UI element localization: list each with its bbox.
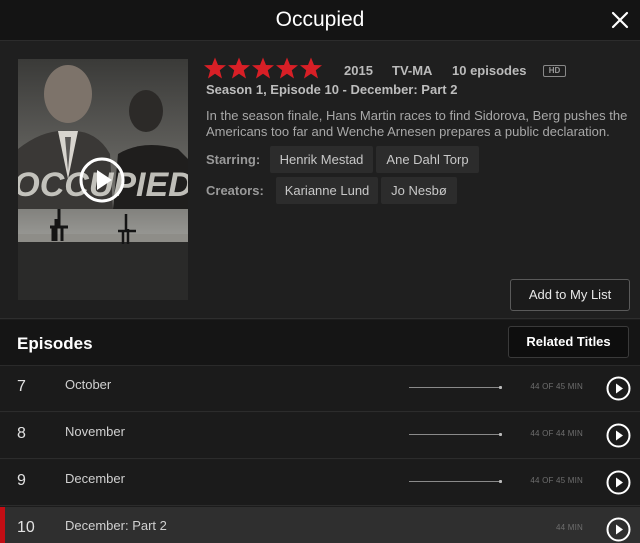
- star-icon: [252, 57, 274, 79]
- episode-name: October: [65, 377, 112, 392]
- episode-count: 10 episodes: [452, 63, 527, 78]
- cast-chip[interactable]: Henrik Mestad: [270, 146, 373, 173]
- hd-badge: HD: [543, 65, 566, 77]
- related-titles-button[interactable]: Related Titles: [508, 326, 629, 358]
- starring-label: Starring:: [206, 152, 261, 167]
- play-icon[interactable]: [606, 470, 631, 495]
- episode-name: November: [65, 424, 125, 439]
- progress-bar: [409, 480, 502, 483]
- star-icon: [300, 57, 322, 79]
- active-indicator: [0, 507, 5, 543]
- play-icon[interactable]: [606, 423, 631, 448]
- episodes-heading: Episodes: [17, 334, 93, 353]
- creators-label: Creators:: [206, 183, 264, 198]
- episode-duration: 44 MIN: [556, 523, 583, 532]
- episode-row[interactable]: 9 December 44 OF 45 MIN: [0, 460, 640, 506]
- title-details: OCCUPIED 2015 TV-MA 10 episodes HD Seaso…: [0, 41, 640, 319]
- star-icon: [276, 57, 298, 79]
- page-title: Occupied: [275, 8, 365, 31]
- creator-chip[interactable]: Karianne Lund: [276, 177, 378, 204]
- maturity-rating: TV-MA: [392, 63, 433, 78]
- episode-name: December: Part 2: [65, 518, 167, 533]
- progress-bar: [409, 386, 502, 389]
- episode-title: Season 1, Episode 10 - December: Part 2: [206, 82, 458, 97]
- episode-number: 8: [17, 425, 26, 442]
- episode-duration: 44 OF 45 MIN: [530, 476, 583, 485]
- play-icon[interactable]: [606, 376, 631, 401]
- creator-chip[interactable]: Jo Nesbø: [381, 177, 457, 204]
- episodes-header: Episodes Related Titles: [0, 320, 640, 366]
- star-rating[interactable]: [203, 56, 323, 82]
- poster[interactable]: OCCUPIED: [18, 59, 188, 300]
- episode-row[interactable]: 8 November 44 OF 44 MIN: [0, 413, 640, 459]
- episode-row-active[interactable]: 10 December: Part 2 44 MIN: [0, 507, 640, 543]
- episode-row[interactable]: 7 October 44 OF 45 MIN: [0, 366, 640, 412]
- episode-duration: 44 OF 44 MIN: [530, 429, 583, 438]
- play-icon[interactable]: [606, 517, 631, 542]
- synopsis: In the season finale, Hans Martin races …: [206, 108, 628, 139]
- episode-number: 9: [17, 472, 26, 489]
- star-icon: [228, 57, 250, 79]
- episode-name: December: [65, 471, 125, 486]
- title-bar: Occupied: [0, 0, 640, 41]
- year: 2015: [344, 63, 373, 78]
- episode-duration: 44 OF 45 MIN: [530, 382, 583, 391]
- episode-number: 7: [17, 378, 26, 395]
- progress-bar: [409, 433, 502, 436]
- add-to-my-list-button[interactable]: Add to My List: [510, 279, 630, 311]
- cast-chip[interactable]: Ane Dahl Torp: [376, 146, 479, 173]
- play-circle-icon[interactable]: [78, 156, 126, 204]
- close-icon[interactable]: [608, 8, 632, 32]
- star-icon: [204, 57, 226, 79]
- episode-number: 10: [17, 519, 35, 536]
